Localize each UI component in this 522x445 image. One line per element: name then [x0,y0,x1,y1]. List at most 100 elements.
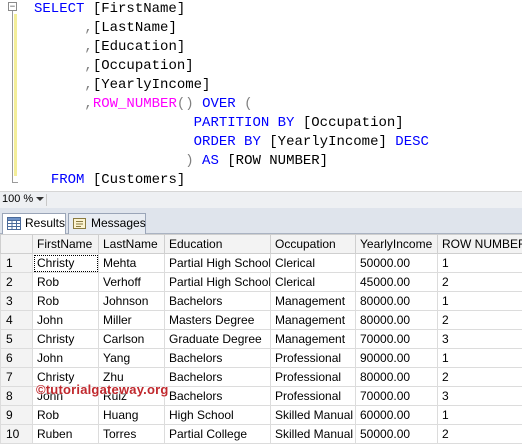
table-cell[interactable]: Partial High School [164,253,271,273]
table-cell[interactable]: 3 [437,386,522,406]
row-number-cell[interactable]: 3 [0,291,33,311]
table-row[interactable]: 3 Rob Johnson Bachelors Management 80000.00 1 [0,291,522,311]
column-header-occupation[interactable]: Occupation [270,234,356,254]
table-cell[interactable]: Rob [32,272,99,292]
table-cell[interactable]: Zhu [98,367,165,387]
tab-results[interactable]: Results [2,213,66,235]
query-editor[interactable]: − SELECT [FirstName] ,[LastName] ,[Educa… [0,0,522,191]
row-number-cell[interactable]: 10 [0,424,33,444]
row-number-cell[interactable]: 7 [0,367,33,387]
table-cell[interactable]: 50000.00 [355,424,438,444]
table-cell[interactable]: John [32,348,99,368]
tab-messages[interactable]: Messages [68,213,146,234]
table-cell[interactable]: Ruben [32,424,99,444]
code-line: ,[Education] [34,38,185,57]
table-cell[interactable]: 1 [437,348,522,368]
table-cell[interactable]: Bachelors [164,386,271,406]
row-header-corner[interactable] [0,234,33,254]
table-cell[interactable]: Ruiz [98,386,165,406]
table-cell[interactable]: 80000.00 [355,367,438,387]
table-cell[interactable]: John [32,310,99,330]
table-cell[interactable]: 45000.00 [355,272,438,292]
results-grid[interactable]: FirstName LastName Education Occupation … [0,234,522,445]
table-cell[interactable]: Huang [98,405,165,425]
table-cell[interactable]: 1 [437,253,522,273]
table-cell[interactable]: Verhoff [98,272,165,292]
table-cell[interactable]: 1 [437,405,522,425]
table-cell[interactable]: Professional [270,367,356,387]
table-cell[interactable]: Partial High School [164,272,271,292]
table-cell[interactable]: Mehta [98,253,165,273]
table-row[interactable]: 7 Christy Zhu Bachelors Professional 80000.00… [0,367,522,387]
table-row[interactable]: 1 Christy Mehta Partial High School Clerical… [0,253,522,273]
table-cell[interactable]: Rob [32,291,99,311]
table-cell[interactable]: 2 [437,367,522,387]
table-cell[interactable]: Graduate Degree [164,329,271,349]
table-cell[interactable]: 90000.00 [355,348,438,368]
table-cell[interactable]: Christy [32,367,99,387]
table-cell[interactable]: Johnson [98,291,165,311]
table-cell[interactable]: Torres [98,424,165,444]
table-cell[interactable]: Bachelors [164,291,271,311]
table-cell[interactable]: 3 [437,329,522,349]
column-header-education[interactable]: Education [164,234,271,254]
table-cell[interactable]: Carlson [98,329,165,349]
code-token: ( [244,96,253,112]
table-cell[interactable]: Management [270,329,356,349]
row-number-cell[interactable]: 8 [0,386,33,406]
table-cell[interactable]: Christy [32,253,99,273]
zoom-bar: 100 % [0,191,522,208]
table-cell[interactable]: 80000.00 [355,310,438,330]
table-cell[interactable]: Bachelors [164,367,271,387]
table-cell[interactable]: Miller [98,310,165,330]
table-cell[interactable]: Yang [98,348,165,368]
chevron-down-icon[interactable] [36,197,44,201]
column-header-row-number[interactable]: ROW NUMBER [437,234,522,254]
code-token: [FirstName] [92,1,186,17]
table-row[interactable]: 10 Ruben Torres Partial College Skilled Manu… [0,424,522,444]
table-cell[interactable]: Partial College [164,424,271,444]
table-cell[interactable]: Management [270,291,356,311]
table-cell[interactable]: 2 [437,310,522,330]
table-cell[interactable]: Clerical [270,253,356,273]
row-number-cell[interactable]: 1 [0,253,33,273]
table-row[interactable]: 4 John Miller Masters Degree Management 80000… [0,310,522,330]
table-row[interactable]: 6 John Yang Bachelors Professional 90000.00 1 [0,348,522,368]
table-cell[interactable]: Skilled Manual [270,405,356,425]
column-header-yearlyincome[interactable]: YearlyIncome [355,234,438,254]
table-cell[interactable]: Christy [32,329,99,349]
table-cell[interactable]: Rob [32,405,99,425]
table-row[interactable]: 9 Rob Huang High School Skilled Manual 60000.… [0,405,522,425]
table-cell[interactable]: Bachelors [164,348,271,368]
column-header-lastname[interactable]: LastName [98,234,165,254]
table-cell[interactable]: Professional [270,386,356,406]
table-cell[interactable]: Clerical [270,272,356,292]
code-line: ) AS [ROW NUMBER] [34,152,328,171]
column-header-firstname[interactable]: FirstName [32,234,99,254]
table-cell[interactable]: Management [270,310,356,330]
table-cell[interactable]: Skilled Manual [270,424,356,444]
table-row[interactable]: 5 Christy Carlson Graduate Degree Management… [0,329,522,349]
table-cell[interactable]: 2 [437,424,522,444]
table-cell[interactable]: 60000.00 [355,405,438,425]
row-number-cell[interactable]: 6 [0,348,33,368]
table-cell[interactable]: Masters Degree [164,310,271,330]
table-cell[interactable]: 80000.00 [355,291,438,311]
table-row[interactable]: 8 John Ruiz Bachelors Professional 70000.00 3 [0,386,522,406]
table-row[interactable]: 2 Rob Verhoff Partial High School Clerical 45… [0,272,522,292]
table-cell[interactable]: John [32,386,99,406]
row-number-cell[interactable]: 4 [0,310,33,330]
zoom-level-select[interactable]: 100 % [2,193,33,205]
table-cell[interactable]: 1 [437,291,522,311]
table-cell[interactable]: 50000.00 [355,253,438,273]
row-number-cell[interactable]: 2 [0,272,33,292]
code-line: PARTITION BY [Occupation] [34,114,404,133]
row-number-cell[interactable]: 5 [0,329,33,349]
table-cell[interactable]: 2 [437,272,522,292]
table-cell[interactable]: 70000.00 [355,329,438,349]
row-number-cell[interactable]: 9 [0,405,33,425]
table-cell[interactable]: High School [164,405,271,425]
table-cell[interactable]: Professional [270,348,356,368]
collapse-region-icon[interactable]: − [8,2,17,12]
table-cell[interactable]: 70000.00 [355,386,438,406]
